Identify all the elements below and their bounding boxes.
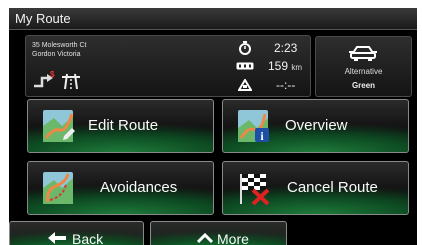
checkered-flag-cancel-icon: [240, 174, 270, 206]
address-line-1: 35 Molesworth Ct: [32, 42, 87, 49]
map-detour-icon: [43, 172, 73, 204]
route-type-value: Green: [351, 81, 376, 90]
flag-triangle-icon: [238, 79, 252, 91]
page-title: My Route: [15, 11, 71, 26]
destination-address: 35 Molesworth Ct Gordon Victoria: [32, 41, 86, 59]
route-type-label: Alternative: [344, 67, 383, 76]
screen: My Route 35 Molesworth Ct Gordon Victori…: [0, 0, 422, 245]
more-label: More: [217, 231, 249, 245]
title-bar: My Route: [9, 8, 417, 30]
overview-button[interactable]: i Overview: [222, 99, 409, 153]
back-button[interactable]: Back: [9, 221, 144, 245]
edit-route-label: Edit Route: [88, 117, 159, 134]
avoidances-button[interactable]: Avoidances: [27, 161, 214, 215]
time-remaining: 2:23: [274, 41, 298, 55]
distance-unit: km: [291, 63, 303, 72]
more-button[interactable]: More: [150, 221, 287, 245]
route-type-panel[interactable]: Alternative Green: [315, 36, 412, 97]
road-signs: $: [32, 70, 102, 90]
overview-label: Overview: [285, 117, 348, 134]
address-line-2: Gordon Victoria: [32, 51, 81, 58]
arrival-time: --:--: [276, 78, 296, 92]
odometer-icon: [236, 62, 254, 70]
chevron-up-icon: [197, 233, 213, 243]
device-screen: My Route 35 Molesworth Ct Gordon Victori…: [9, 8, 417, 245]
arrow-left-icon: [48, 232, 66, 244]
map-route-edit-icon: [43, 110, 75, 142]
stopwatch-icon: [239, 41, 251, 55]
back-label: Back: [72, 231, 104, 245]
cancel-route-label: Cancel Route: [287, 179, 378, 196]
edit-route-button[interactable]: Edit Route: [27, 99, 214, 153]
map-info-icon: i: [238, 110, 269, 143]
distance-remaining: 159 km: [268, 59, 302, 73]
toll-road-icon: $: [34, 70, 80, 90]
highway-icon: [62, 73, 80, 90]
cancel-route-button[interactable]: Cancel Route: [222, 161, 409, 215]
svg-text:$: $: [50, 70, 55, 79]
distance-value: 159: [268, 59, 289, 73]
route-info-panel: 35 Molesworth Ct Gordon Victoria $ 2:23 …: [25, 35, 311, 97]
car-icon: [349, 46, 377, 61]
avoidances-label: Avoidances: [100, 179, 178, 196]
